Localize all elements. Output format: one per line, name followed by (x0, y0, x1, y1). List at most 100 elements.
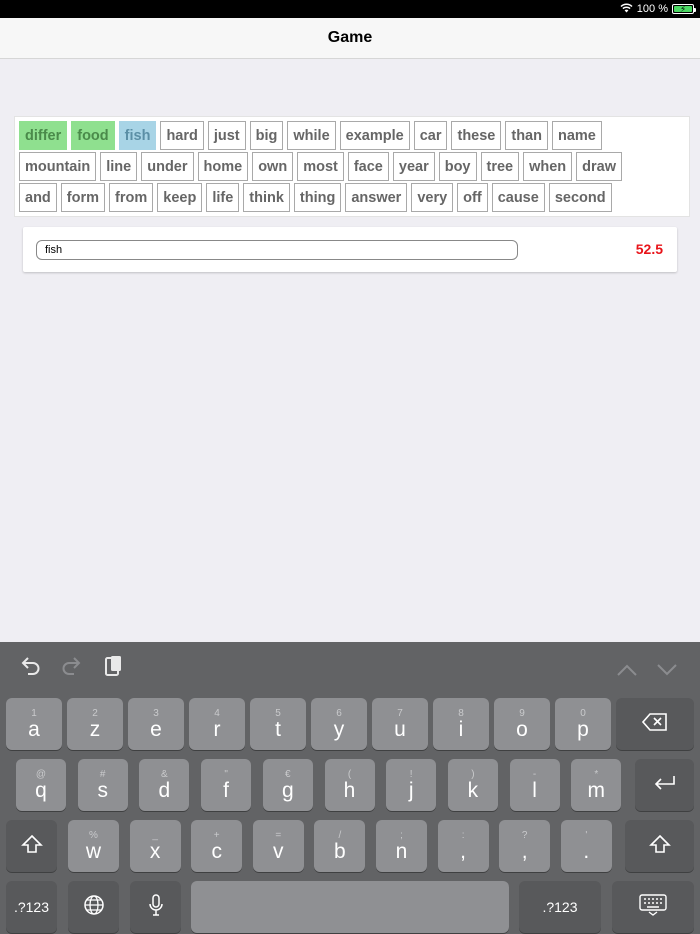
key-c[interactable]: + c (191, 820, 243, 872)
key-hint: 5 (275, 707, 281, 719)
return-key[interactable] (635, 759, 694, 811)
key-hint: # (99, 768, 106, 780)
space-bar[interactable] (191, 881, 509, 933)
key-label: m (587, 778, 606, 802)
word-tile: tree (480, 152, 520, 181)
word-tile: big (249, 121, 284, 150)
key-hint: - (532, 768, 537, 780)
word-tile: off (457, 183, 488, 212)
dismiss-keyboard-key[interactable] (612, 881, 694, 933)
undo-icon[interactable] (20, 655, 42, 683)
word-tile: own (252, 152, 294, 181)
shift-key-right[interactable] (625, 820, 694, 872)
key-e[interactable]: 3e (128, 698, 184, 750)
key-label: b (334, 839, 346, 863)
numbers-key-label: .?123 (542, 899, 578, 915)
key-g[interactable]: € g (262, 759, 313, 811)
word-tile: car (413, 121, 448, 150)
word-tile: while (287, 121, 336, 150)
key-label: l (532, 778, 537, 802)
key-label: x (149, 839, 161, 863)
chevron-up-icon[interactable] (616, 657, 638, 683)
microphone-key[interactable] (130, 881, 181, 933)
key-label: r (213, 717, 221, 741)
key-hint: & (161, 768, 168, 780)
shift-icon (648, 834, 671, 859)
key-l[interactable]: -l (509, 759, 560, 811)
keyboard-dismiss-icon (639, 893, 667, 921)
key-hint: 9 (519, 707, 525, 719)
key-comma[interactable]: :, (437, 820, 489, 872)
key-o[interactable]: 9o (494, 698, 550, 750)
key-hint: 7 (397, 707, 403, 719)
word-tile: think (243, 183, 290, 212)
key-hint: % (89, 829, 98, 841)
key-h[interactable]: (h (324, 759, 375, 811)
key-j[interactable]: ! j (386, 759, 437, 811)
key-s[interactable]: # s (77, 759, 128, 811)
key-hint: / (338, 829, 342, 841)
key-w[interactable]: % w (68, 820, 119, 872)
word-tile: when (523, 152, 573, 181)
globe-key[interactable] (68, 881, 119, 933)
chevron-down-icon[interactable] (656, 657, 678, 683)
key-label: o (516, 717, 528, 741)
key-hint: € (285, 768, 291, 780)
word-tile: life (206, 183, 240, 212)
key-k[interactable]: ) k (447, 759, 498, 811)
key-q[interactable]: @ q (16, 759, 66, 811)
word-tile: cause (491, 183, 545, 212)
key-period[interactable]: '. (560, 820, 612, 872)
numbers-key-left[interactable]: .?123 (6, 881, 57, 933)
redo-icon[interactable] (60, 655, 82, 683)
key-p[interactable]: 0p (555, 698, 611, 750)
input-panel: 52.5 (23, 227, 677, 272)
word-tile: and (19, 183, 57, 212)
wifi-icon (620, 2, 633, 16)
key-comma[interactable]: ?, (499, 820, 551, 872)
key-label: e (150, 717, 162, 741)
word-tile: from (109, 183, 154, 212)
key-x[interactable]: _ x (129, 820, 181, 872)
key-label: a (28, 717, 40, 741)
key-f[interactable]: " f (201, 759, 252, 811)
backspace-icon (641, 712, 668, 736)
key-v[interactable]: = v (252, 820, 304, 872)
key-hint: 6 (336, 707, 342, 719)
word-row: and form from keep life think thing answer very o… (19, 182, 685, 213)
key-label: v (273, 839, 284, 863)
key-m[interactable]: * m (571, 759, 622, 811)
key-b[interactable]: / b (314, 820, 366, 872)
key-n[interactable]: ; n (376, 820, 427, 872)
key-label: f (223, 778, 230, 802)
key-i[interactable]: 8i (433, 698, 489, 750)
word-tile: example (339, 121, 410, 150)
key-y[interactable]: 6y (311, 698, 367, 750)
shift-icon (20, 834, 43, 859)
nav-bar: Game (0, 18, 700, 59)
backspace-key[interactable] (616, 698, 694, 750)
key-label: n (395, 839, 408, 863)
paste-icon[interactable] (104, 654, 124, 684)
key-z[interactable]: 2z (67, 698, 123, 750)
key-label: . (583, 839, 590, 863)
key-label: y (333, 717, 345, 741)
key-d[interactable]: & d (139, 759, 190, 811)
numbers-key-label: .?123 (13, 899, 50, 915)
key-a[interactable]: 1a (6, 698, 62, 750)
word-tile: differ (19, 121, 68, 150)
key-label: p (577, 717, 589, 741)
key-label: g (281, 778, 294, 802)
word-tile: than (505, 121, 548, 150)
key-label: u (394, 717, 406, 741)
key-hint: ( (347, 768, 352, 780)
shift-key-left[interactable] (6, 820, 57, 872)
numbers-key-right[interactable]: .?123 (519, 881, 601, 933)
key-r[interactable]: 4r (189, 698, 245, 750)
key-t[interactable]: 5t (250, 698, 306, 750)
key-hint: " (224, 768, 228, 780)
status-bar: 100 % ⚡ (0, 0, 700, 18)
word-input[interactable] (36, 240, 518, 260)
word-tile: keep (157, 183, 203, 212)
key-u[interactable]: 7u (372, 698, 428, 750)
